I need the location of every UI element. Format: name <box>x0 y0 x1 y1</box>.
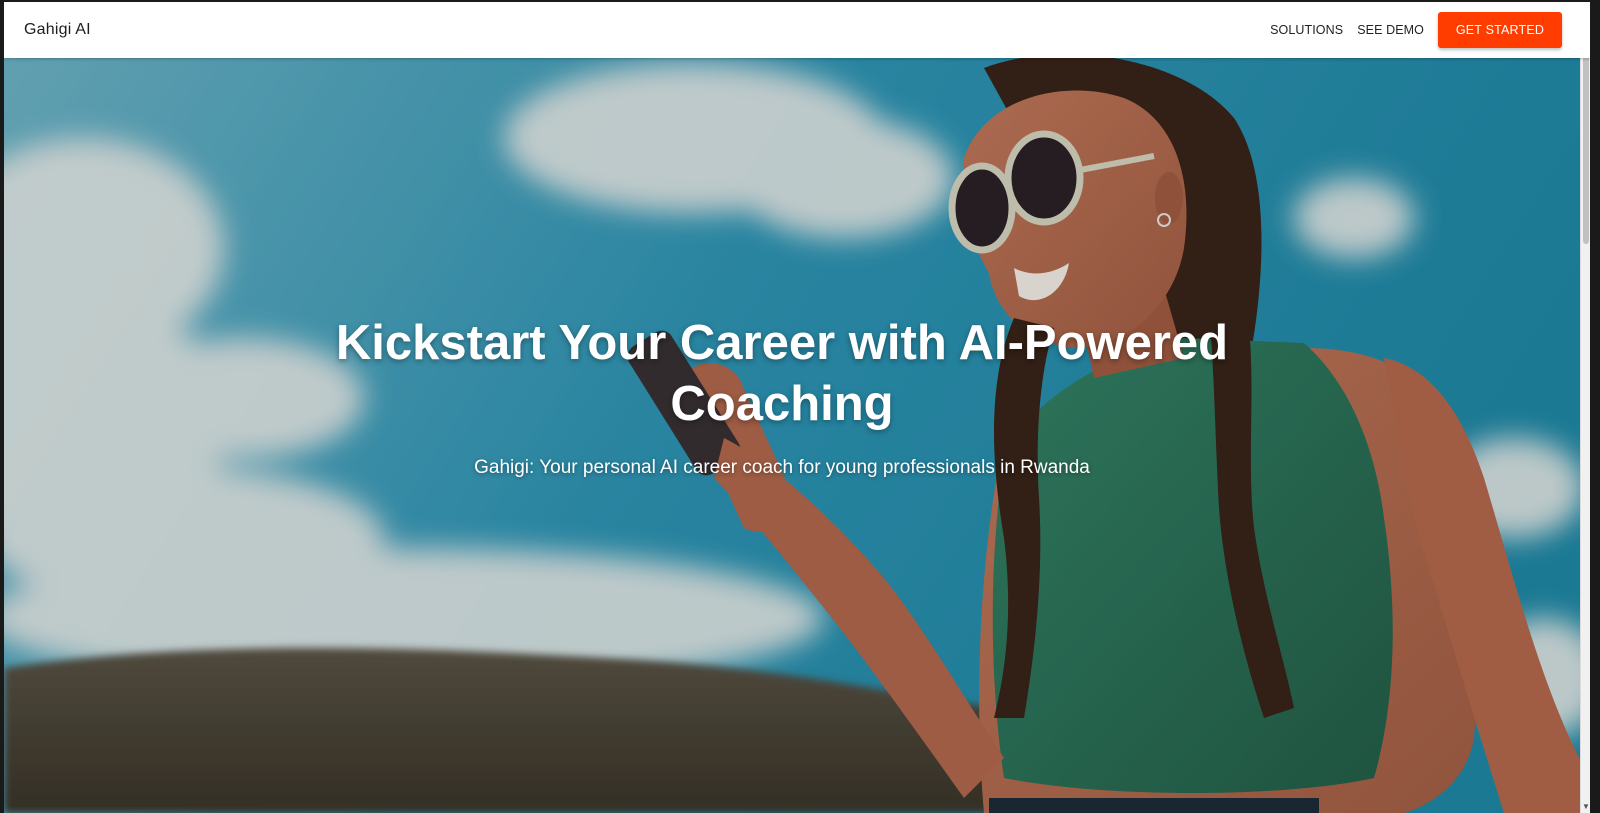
get-started-button[interactable]: GET STARTED <box>1438 12 1562 48</box>
nav-menu: SOLUTIONS SEE DEMO GET STARTED <box>1270 12 1562 48</box>
hero-subtitle: Gahigi: Your personal AI career coach fo… <box>474 457 1090 478</box>
page-scrollbar[interactable]: ▼ <box>1580 2 1590 813</box>
chevron-down-icon[interactable]: ▼ <box>1582 802 1590 811</box>
nav-link-solutions[interactable]: SOLUTIONS <box>1270 23 1343 37</box>
hero-title: Kickstart Your Career with AI-Powered Co… <box>335 316 1229 431</box>
hero-content: Kickstart Your Career with AI-Powered Co… <box>4 313 1560 479</box>
nav-link-see-demo[interactable]: SEE DEMO <box>1357 23 1424 37</box>
brand-logo[interactable]: Gahigi AI <box>24 21 91 39</box>
hero-section: Kickstart Your Career with AI-Powered Co… <box>4 58 1590 813</box>
browser-viewport: Gahigi AI SOLUTIONS SEE DEMO GET STARTED <box>4 2 1590 813</box>
top-navbar: Gahigi AI SOLUTIONS SEE DEMO GET STARTED <box>4 2 1590 58</box>
